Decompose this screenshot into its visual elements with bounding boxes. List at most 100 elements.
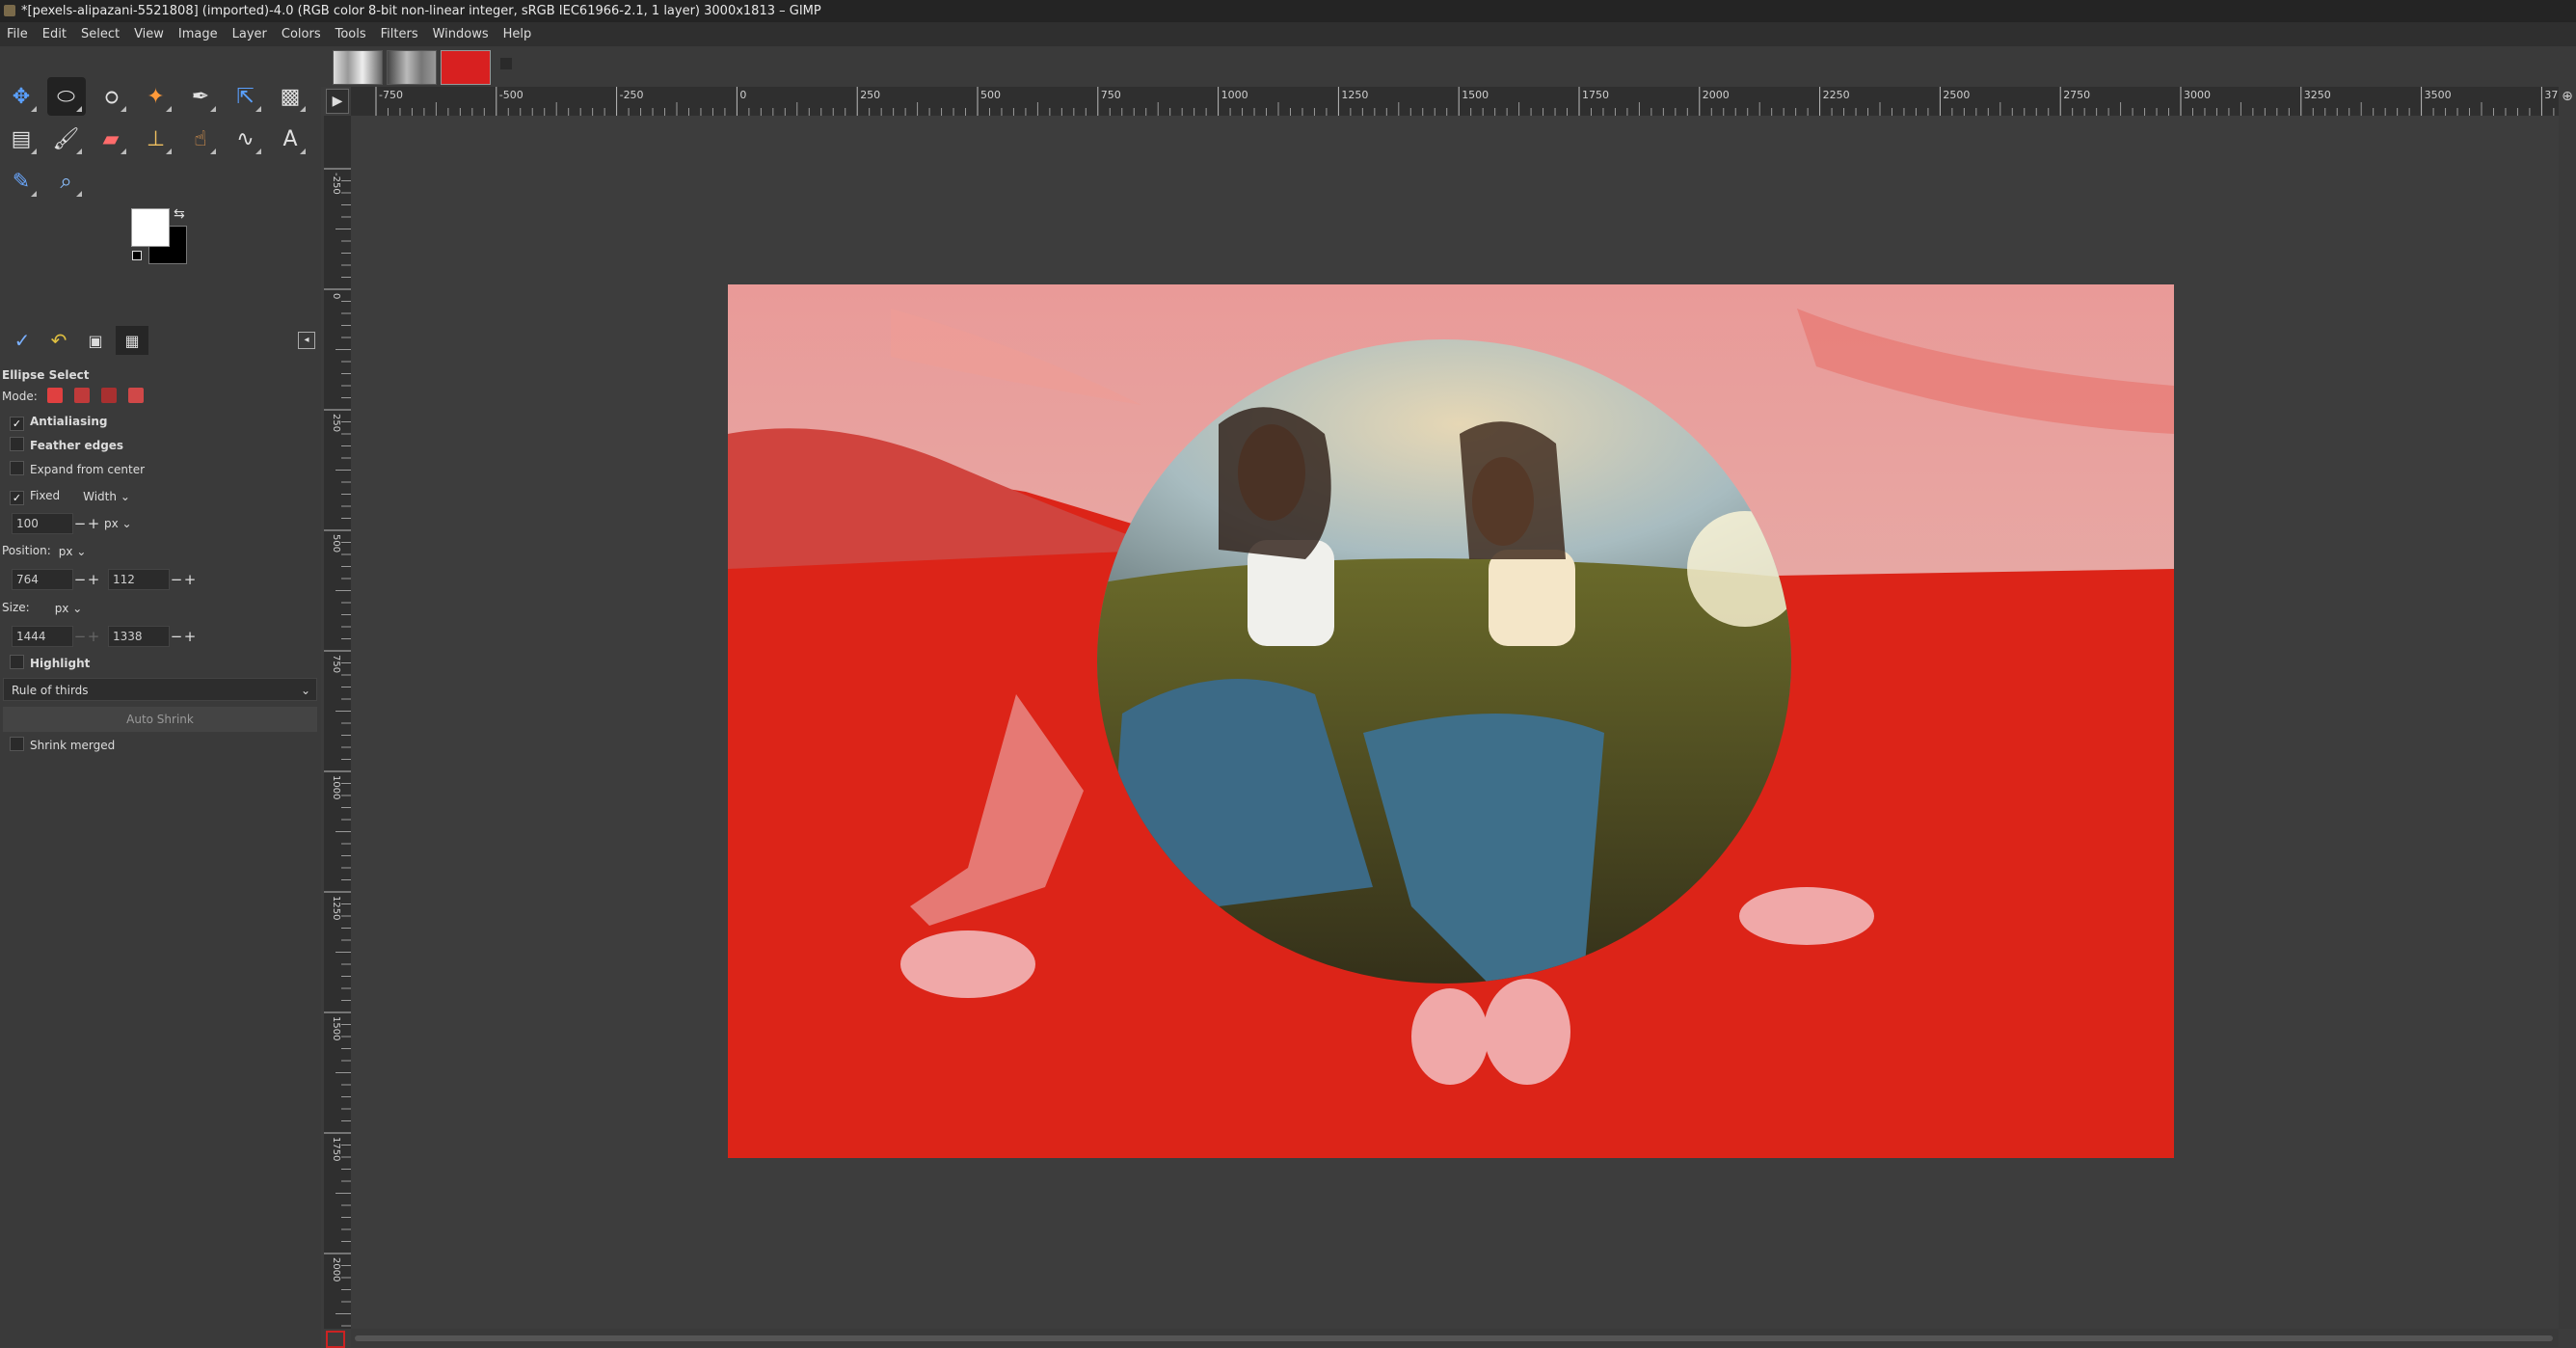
menu-image[interactable]: Image [178, 27, 218, 41]
size-width-input[interactable]: 1444 [12, 626, 73, 647]
tab-undo-history[interactable]: ↶ [42, 326, 75, 355]
size-unit-dropdown[interactable]: px ⌄ [51, 599, 87, 618]
close-icon[interactable] [500, 58, 512, 69]
tool-button[interactable]: ⌕ [47, 162, 86, 201]
image-canvas[interactable] [351, 116, 2559, 1329]
tool-button[interactable]: 🖌 [47, 120, 86, 158]
image-tab-thumbnail-active[interactable] [441, 50, 491, 85]
ruler-label: 1500 [1462, 89, 1489, 101]
ruler-label: 1750 [1582, 89, 1609, 101]
increment-button[interactable]: + [183, 569, 197, 590]
tab-tool-options[interactable]: ✓ [6, 326, 39, 355]
increment-button[interactable]: + [183, 626, 197, 647]
reset-colors-icon[interactable] [132, 251, 142, 260]
tool-button[interactable]: ▩ [271, 77, 309, 116]
color-picker-icon: ✎ [12, 169, 31, 194]
increment-button[interactable]: + [87, 626, 100, 647]
highlight-row[interactable]: Highlight [0, 653, 90, 674]
tool-group-indicator-icon [255, 106, 261, 112]
tab-images[interactable]: ▦ [116, 326, 148, 355]
menu-help[interactable]: Help [503, 27, 532, 41]
menu-tools[interactable]: Tools [335, 27, 366, 41]
mode-replace-icon[interactable] [46, 388, 63, 403]
tool-button[interactable]: ✒ [181, 77, 220, 116]
tool-button[interactable]: ⊥ [137, 120, 175, 158]
mode-add-icon[interactable] [73, 388, 90, 403]
menu-edit[interactable]: Edit [42, 27, 67, 41]
zoom-lock-icon[interactable]: ⊕ [2559, 89, 2576, 110]
tool-button[interactable]: ⇱ [227, 77, 265, 116]
menu-colors[interactable]: Colors [282, 27, 321, 41]
fixed-unit-dropdown[interactable]: px ⌄ [100, 514, 136, 533]
increment-button[interactable]: + [87, 513, 100, 534]
vertical-scrollbar[interactable] [2559, 87, 2576, 1329]
text-icon: A [282, 126, 298, 151]
shrink-merged-checkbox[interactable] [10, 737, 24, 751]
tool-button[interactable]: ☝ [181, 120, 220, 158]
tool-button[interactable]: ▤ [2, 120, 40, 158]
tool-button[interactable]: ✥ [2, 77, 40, 116]
lasso-icon: ഠ [103, 84, 119, 109]
menu-view[interactable]: View [134, 27, 164, 41]
quick-mask-toggle[interactable] [326, 1331, 345, 1348]
horizontal-scrollbar[interactable] [351, 1329, 2559, 1347]
fixed-row[interactable]: ✓ Fixed Width ⌄ [0, 485, 134, 506]
decrement-button[interactable]: − [170, 569, 183, 590]
tool-group-indicator-icon [31, 106, 37, 112]
image-tab-thumbnail[interactable] [333, 50, 383, 85]
menu-select[interactable]: Select [81, 27, 120, 41]
feather-edges-checkbox[interactable] [10, 437, 24, 451]
gimp-app-icon [4, 5, 15, 16]
menu-layer[interactable]: Layer [232, 27, 267, 41]
feather-edges-row[interactable]: Feather edges [0, 435, 123, 456]
tool-button[interactable]: ⬭ [46, 77, 86, 116]
antialiasing-checkbox[interactable]: ✓ [10, 417, 24, 431]
paintbrush-icon: 🖌 [52, 126, 80, 151]
navigate-icon[interactable]: ▶ [326, 89, 349, 114]
fixed-checkbox[interactable]: ✓ [10, 491, 24, 505]
swap-colors-icon[interactable]: ⇆ [174, 206, 185, 222]
decrement-button[interactable]: − [73, 626, 87, 647]
position-y-input[interactable]: 112 [108, 569, 170, 590]
auto-shrink-button[interactable]: Auto Shrink [3, 707, 317, 732]
guides-dropdown[interactable]: Rule of thirds ⌄ [3, 678, 317, 701]
ruler-label: 1000 [1221, 89, 1248, 101]
tool-button[interactable]: ✎ [2, 162, 40, 201]
decrement-button[interactable]: − [73, 569, 87, 590]
position-x-input[interactable]: 764 [12, 569, 73, 590]
fg-bg-colors[interactable]: ⇆ [131, 206, 189, 266]
highlight-checkbox[interactable] [10, 655, 24, 669]
tab-layers[interactable]: ▣ [79, 326, 112, 355]
shrink-merged-row[interactable]: Shrink merged [0, 735, 115, 756]
menu-windows[interactable]: Windows [433, 27, 489, 41]
chevron-down-icon: ⌄ [72, 601, 83, 615]
expand-from-center-checkbox[interactable] [10, 461, 24, 475]
foreground-color-swatch[interactable] [131, 208, 170, 247]
decrement-button[interactable]: − [73, 513, 87, 534]
mode-subtract-icon[interactable] [100, 388, 117, 403]
fixed-value-input[interactable]: 100 [12, 513, 73, 534]
canvas-area[interactable] [351, 116, 2559, 1329]
tool-group-indicator-icon [255, 148, 261, 154]
tool-button[interactable]: ✦ [137, 77, 175, 116]
ruler-label: -250 [331, 173, 341, 195]
fixed-option-dropdown[interactable]: Width ⌄ [79, 487, 134, 506]
tool-button[interactable]: ഠ [92, 77, 130, 116]
antialiasing-row[interactable]: ✓ Antialiasing [0, 411, 108, 432]
size-row: Size: px ⌄ [2, 597, 86, 618]
menu-file[interactable]: File [7, 27, 28, 41]
expand-from-center-row[interactable]: Expand from center [0, 459, 145, 480]
decrement-button[interactable]: − [170, 626, 183, 647]
dock-menu-icon[interactable]: ◂ [298, 332, 315, 349]
tool-button[interactable]: A [271, 120, 309, 158]
tool-group-indicator-icon [75, 148, 82, 154]
position-unit-dropdown[interactable]: px ⌄ [55, 542, 91, 561]
increment-button[interactable]: + [87, 569, 100, 590]
image-tab-thumbnail[interactable] [387, 50, 437, 85]
scroll-thumb[interactable] [355, 1335, 2553, 1341]
size-height-input[interactable]: 1338 [108, 626, 170, 647]
tool-button[interactable]: ▰ [92, 120, 130, 158]
mode-intersect-icon[interactable] [127, 388, 144, 403]
tool-button[interactable]: ∿ [227, 120, 265, 158]
menu-filters[interactable]: Filters [381, 27, 418, 41]
